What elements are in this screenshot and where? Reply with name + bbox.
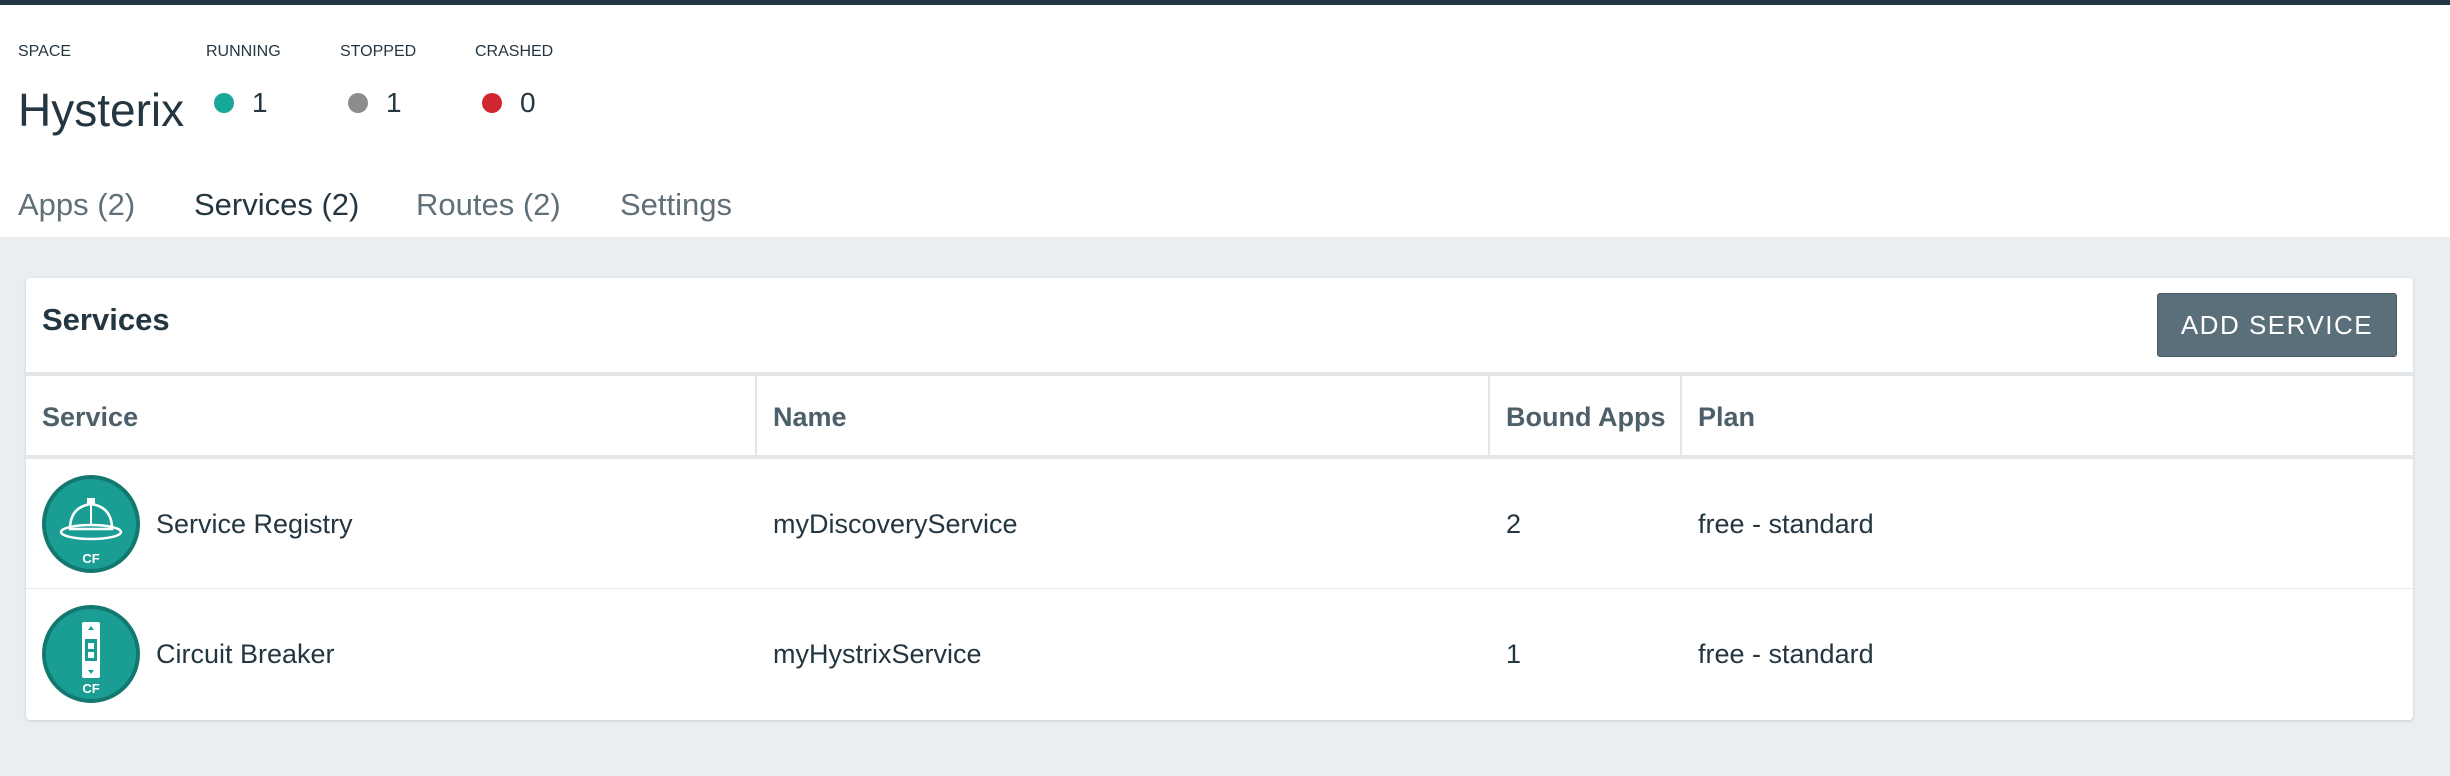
- crashed-count: 0: [482, 87, 536, 119]
- service-cell: CF Circuit Breaker: [26, 589, 757, 719]
- instance-name-cell[interactable]: myHystrixService: [757, 589, 1490, 719]
- running-status-dot-icon: [214, 93, 234, 113]
- space-name: Hysterix: [18, 84, 185, 136]
- column-header-service[interactable]: Service: [26, 376, 757, 455]
- tab-routes[interactable]: Routes (2): [416, 180, 561, 242]
- main-content: Services ADD SERVICE Service Name Bound …: [0, 237, 2450, 776]
- service-name[interactable]: Circuit Breaker: [156, 639, 335, 670]
- stopped-count: 1: [348, 87, 402, 119]
- hard-hat-icon: CF: [42, 475, 140, 573]
- running-count-value: 1: [252, 87, 268, 118]
- crashed-label: CRASHED: [475, 43, 554, 60]
- crashed-status-dot-icon: [482, 93, 502, 113]
- stopped-status-dot-icon: [348, 93, 368, 113]
- service-name[interactable]: Service Registry: [156, 509, 353, 540]
- plan-cell: free - standard: [1698, 638, 1874, 669]
- column-header-bound-apps[interactable]: Bound Apps: [1490, 376, 1682, 455]
- cf-badge: CF: [82, 681, 99, 696]
- tab-services[interactable]: Services (2): [162, 180, 384, 242]
- space-label: SPACE: [18, 43, 72, 60]
- bound-apps-cell: 1: [1506, 638, 1522, 669]
- running-label: RUNNING: [206, 43, 281, 60]
- column-header-plan[interactable]: Plan: [1682, 376, 2413, 455]
- bound-apps-cell: 2: [1506, 508, 1522, 539]
- running-count: 1: [214, 87, 268, 119]
- circuit-breaker-icon: CF: [42, 605, 140, 703]
- space-header: SPACE Hysterix RUNNING 1 STOPPED 1 CRASH…: [0, 5, 2450, 242]
- tab-apps[interactable]: Apps (2): [18, 180, 135, 242]
- add-service-button[interactable]: ADD SERVICE: [2157, 293, 2397, 357]
- stopped-label: STOPPED: [340, 43, 417, 60]
- table-row[interactable]: CF Service Registry myDiscoveryService 2…: [26, 459, 2413, 589]
- stopped-count-value: 1: [386, 87, 402, 118]
- instance-name-cell[interactable]: myDiscoveryService: [757, 459, 1490, 589]
- column-header-name[interactable]: Name: [757, 376, 1490, 455]
- tab-settings[interactable]: Settings: [620, 180, 732, 242]
- table-row[interactable]: CF Circuit Breaker myHystrixService 1 fr…: [26, 589, 2413, 719]
- crashed-count-value: 0: [520, 87, 536, 118]
- services-card: Services ADD SERVICE Service Name Bound …: [26, 278, 2413, 720]
- services-table-header: Service Name Bound Apps Plan: [26, 372, 2413, 459]
- cf-badge: CF: [82, 551, 99, 566]
- service-cell: CF Service Registry: [26, 459, 757, 589]
- services-card-title: Services: [42, 302, 170, 337]
- plan-cell: free - standard: [1698, 508, 1874, 539]
